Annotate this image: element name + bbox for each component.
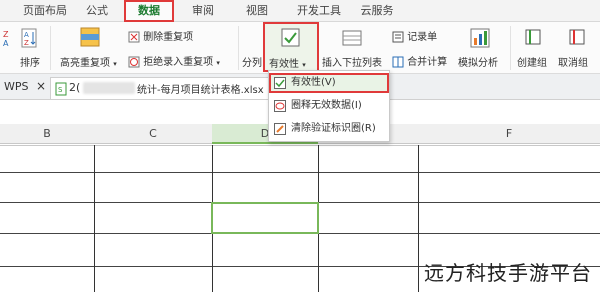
menu-tab-bar: 页面布局 公式 数据 审阅 视图 开发工具 云服务: [0, 0, 600, 22]
reject-duplicates-label: 拒绝录入重复项: [143, 57, 214, 68]
merge-calc-label: 合并计算: [407, 57, 448, 68]
menu-item-clear-circles-label: 清除验证标识圈(R): [291, 123, 376, 134]
tab-page-layout[interactable]: 页面布局: [22, 2, 68, 20]
data-ribbon: Z A A Z 排序 高亮重复项 ▾ 删除重复项 拒绝录入重复项 ▾ 分列 有效…: [0, 22, 600, 74]
document-tab-title: 统计-每月项目统计表格.xlsx: [137, 85, 264, 96]
close-tab-icon[interactable]: ×: [36, 79, 46, 93]
svg-text:S: S: [58, 86, 63, 94]
merge-calc-button[interactable]: 合并计算: [392, 53, 447, 68]
tab-formula[interactable]: 公式: [80, 2, 114, 20]
svg-text:Z: Z: [3, 30, 9, 39]
delete-duplicates-icon: [128, 31, 140, 43]
delete-duplicates-label: 删除重复项: [143, 32, 194, 43]
reject-duplicates-button[interactable]: 拒绝录入重复项 ▾: [128, 53, 220, 68]
validity-small-icon: [274, 77, 286, 89]
clear-circles-icon: [274, 123, 286, 135]
validity-button[interactable]: 有效性 ▾: [263, 22, 319, 72]
highlight-duplicates-button[interactable]: 高亮重复项 ▾: [60, 54, 117, 69]
menu-item-clear-circles[interactable]: 清除验证标识圈(R): [269, 119, 389, 139]
svg-text:A: A: [24, 31, 29, 39]
dropdown-arrow-icon: ▾: [113, 60, 117, 68]
column-header-b[interactable]: B: [0, 124, 94, 144]
dropdown-arrow-icon: ▾: [216, 59, 220, 67]
wps-home-tab[interactable]: WPS: [4, 80, 29, 93]
svg-text:A: A: [3, 39, 9, 48]
insert-dropdown-button[interactable]: 插入下拉列表: [322, 54, 382, 69]
watermark-text: 远方科技手游平台: [424, 261, 592, 285]
create-group-button[interactable]: 创建组: [517, 54, 547, 69]
sort-button[interactable]: 排序: [20, 54, 40, 69]
split-column-button[interactable]: 分列: [242, 54, 262, 69]
merge-calc-icon: [392, 56, 404, 68]
sort-icon[interactable]: A Z: [20, 28, 40, 48]
insert-dropdown-icon[interactable]: [342, 28, 362, 48]
validity-dropdown-menu: 有效性(V) 圈释无效数据(I) 清除验证标识圈(R): [268, 70, 390, 142]
reject-duplicates-icon: [128, 56, 140, 68]
simulate-analysis-icon[interactable]: [470, 28, 490, 48]
tab-cloud-service[interactable]: 云服务: [356, 2, 398, 20]
tab-view[interactable]: 视图: [240, 2, 274, 20]
menu-item-validity[interactable]: 有效性(V): [269, 73, 389, 93]
validity-label: 有效性: [269, 59, 299, 70]
spreadsheet-file-icon: S: [55, 82, 67, 96]
cancel-group-button[interactable]: 取消组: [558, 54, 588, 69]
cancel-group-icon[interactable]: [568, 28, 588, 48]
simulate-analysis-button[interactable]: 模拟分析: [458, 54, 498, 69]
document-tab-prefix: 2(: [69, 81, 81, 94]
validity-icon: [281, 28, 300, 47]
column-header-c[interactable]: C: [94, 124, 212, 144]
menu-item-validity-label: 有效性(V): [291, 77, 336, 88]
column-header-f[interactable]: F: [418, 124, 600, 144]
menu-item-circle-invalid-label: 圈释无效数据(I): [291, 100, 362, 111]
record-form-icon: [392, 31, 404, 43]
circle-invalid-icon: [274, 100, 286, 112]
svg-text:Z: Z: [24, 39, 29, 47]
tab-developer-tools[interactable]: 开发工具: [294, 2, 344, 20]
document-tab[interactable]: S 2( 统计-每月项目统计表格.xlsx: [50, 77, 270, 99]
tab-data[interactable]: 数据: [124, 0, 174, 22]
blurred-text: [83, 82, 135, 94]
selected-cell[interactable]: [211, 202, 319, 234]
highlight-duplicates-icon[interactable]: [80, 27, 100, 47]
highlight-duplicates-label: 高亮重复项: [60, 58, 110, 69]
tab-review[interactable]: 审阅: [186, 2, 220, 20]
dropdown-arrow-icon: ▾: [302, 61, 306, 69]
validity-label-wrap: 有效性 ▾: [269, 55, 306, 70]
menu-item-circle-invalid[interactable]: 圈释无效数据(I): [269, 96, 389, 116]
record-form-label: 记录单: [407, 32, 438, 43]
create-group-icon[interactable]: [524, 28, 544, 48]
record-form-button[interactable]: 记录单: [392, 28, 437, 43]
delete-duplicates-button[interactable]: 删除重复项: [128, 28, 193, 43]
